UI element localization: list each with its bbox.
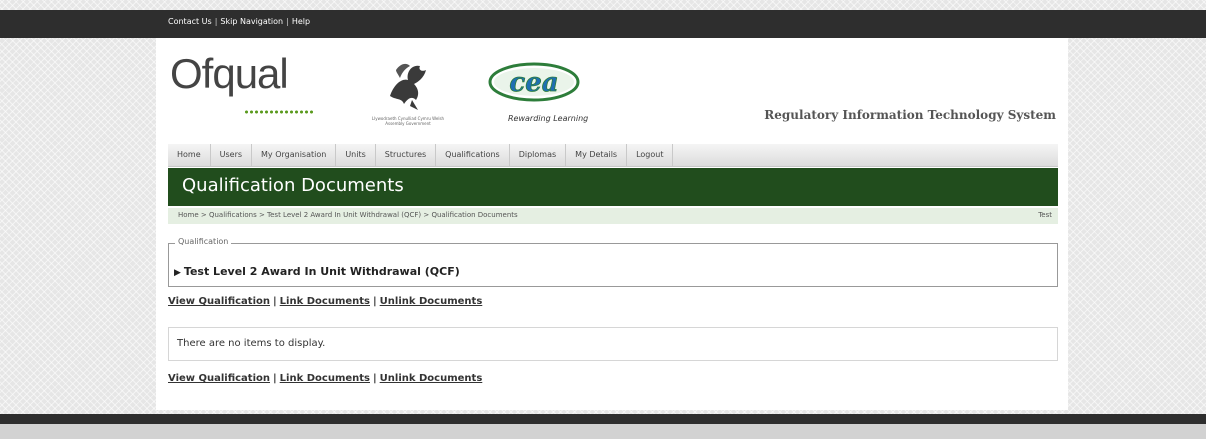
qualification-toggle[interactable]: ▶ Test Level 2 Award In Unit Withdrawal (…: [174, 265, 460, 278]
main-nav: Home Users My Organisation Units Structu…: [168, 144, 1058, 167]
welsh-dragon-icon: [390, 63, 426, 110]
nav-item-logout[interactable]: Logout: [627, 144, 674, 166]
actions-bottom: View Qualification | Link Documents | Unlink…: [168, 373, 482, 384]
breadcrumb-path[interactable]: Home > Qualifications > Test Level 2 Awa…: [178, 211, 518, 219]
help-link[interactable]: Help: [292, 17, 310, 26]
separator: |: [273, 373, 277, 384]
skip-navigation-link[interactable]: Skip Navigation: [220, 17, 283, 26]
welsh-government-text: Llywodraeth Cynulliad Cymru Welsh Assemb…: [371, 116, 445, 126]
ofqual-logo-dots: [244, 110, 314, 114]
empty-message: There are no items to display.: [177, 338, 326, 349]
link-documents-link[interactable]: Link Documents: [280, 296, 370, 307]
separator: |: [373, 373, 377, 384]
nav-item-units[interactable]: Units: [336, 144, 376, 166]
page-title-bar: Qualification Documents: [168, 168, 1058, 206]
unlink-documents-link[interactable]: Unlink Documents: [380, 373, 483, 384]
unlink-documents-link[interactable]: Unlink Documents: [380, 296, 483, 307]
page-content: Ofqual Llywodraeth Cynulliad Cymru Welsh…: [156, 38, 1068, 410]
page-title: Qualification Documents: [182, 175, 404, 196]
top-bar: Contact Us | Skip Navigation | Help: [0, 10, 1206, 38]
nav-item-home[interactable]: Home: [168, 144, 211, 166]
separator: |: [273, 296, 277, 307]
nav-item-my-details[interactable]: My Details: [566, 144, 628, 166]
separator: |: [286, 17, 289, 26]
nav-item-diplomas[interactable]: Diplomas: [510, 144, 567, 166]
system-title: Regulatory Information Technology System: [764, 108, 1056, 122]
link-documents-link[interactable]: Link Documents: [280, 373, 370, 384]
cea-logo-icon: cea: [488, 62, 580, 102]
nav-item-qualifications[interactable]: Qualifications: [436, 144, 510, 166]
qualification-legend: Qualification: [175, 237, 232, 246]
separator: |: [373, 296, 377, 307]
documents-list-empty: There are no items to display.: [168, 327, 1058, 361]
footer: [0, 424, 1206, 439]
expand-arrow-icon: ▶: [174, 268, 181, 278]
contact-us-link[interactable]: Contact Us: [168, 17, 212, 26]
separator: |: [214, 17, 218, 26]
nav-item-structures[interactable]: Structures: [376, 144, 437, 166]
view-qualification-link[interactable]: View Qualification: [168, 373, 270, 384]
nav-item-users[interactable]: Users: [211, 144, 253, 166]
breadcrumb-user: Test: [1038, 211, 1052, 219]
footer-bar: [0, 414, 1206, 424]
actions-top: View Qualification | Link Documents | Unlink…: [168, 296, 482, 307]
qualification-fieldset: Qualification ▶ Test Level 2 Award In Uni…: [168, 237, 1058, 287]
nav-item-my-organisation[interactable]: My Organisation: [252, 144, 337, 166]
top-links: Contact Us | Skip Navigation | Help: [168, 17, 310, 26]
view-qualification-link[interactable]: View Qualification: [168, 296, 270, 307]
breadcrumb: Home > Qualifications > Test Level 2 Awa…: [168, 208, 1058, 224]
qualification-title: Test Level 2 Award In Unit Withdrawal (Q…: [183, 265, 460, 278]
cea-logo-text: cea: [509, 68, 558, 98]
ofqual-logo[interactable]: Ofqual: [170, 52, 289, 96]
cea-tagline: Rewarding Learning: [508, 114, 589, 123]
